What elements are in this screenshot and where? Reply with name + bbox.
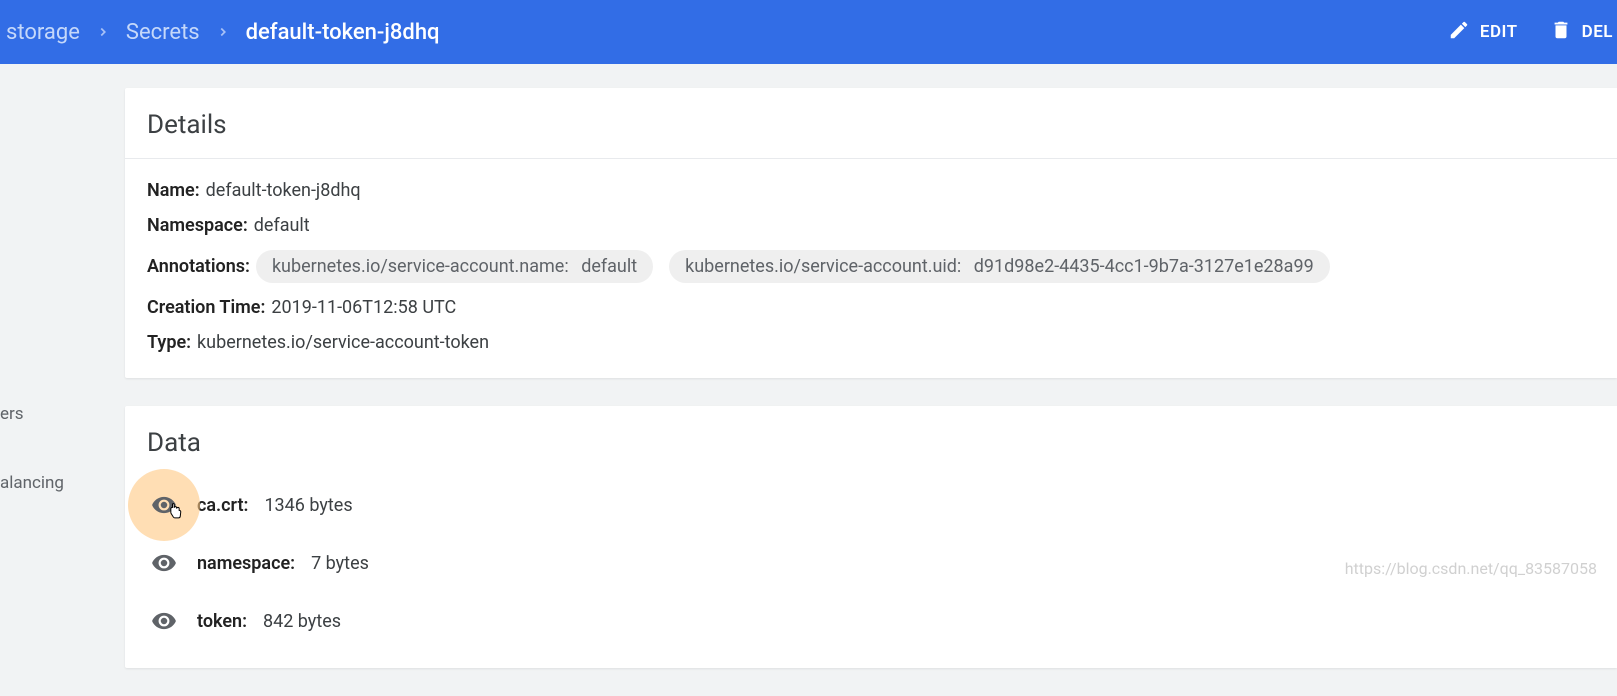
delete-button[interactable]: DEL (1546, 11, 1617, 54)
detail-type-value: kubernetes.io/service-account-token (197, 332, 489, 353)
annotation-chip[interactable]: kubernetes.io/service-account.uid: d91d9… (669, 250, 1330, 283)
cursor-icon (165, 500, 185, 529)
detail-namespace-value: default (254, 215, 310, 236)
data-key: ca.crt: (197, 495, 248, 516)
data-key: token: (197, 611, 247, 632)
detail-creation-label: Creation Time: (147, 297, 265, 318)
edit-label: EDIT (1480, 22, 1518, 42)
annotation-key: kubernetes.io/service-account.uid: (685, 256, 961, 277)
breadcrumb-current: default-token-j8dhq (240, 20, 446, 45)
details-card: Details Name: default-token-j8dhq Namesp… (125, 88, 1617, 378)
breadcrumb: storage Secrets default-token-j8dhq (0, 20, 446, 45)
detail-namespace-label: Namespace: (147, 215, 248, 236)
data-value: 1346 bytes (264, 495, 352, 516)
detail-annotations-row: Annotations: kubernetes.io/service-accou… (147, 243, 1595, 290)
reveal-button[interactable] (147, 488, 181, 522)
detail-type-label: Type: (147, 332, 191, 353)
breadcrumb-storage[interactable]: storage (0, 20, 86, 45)
edit-button[interactable]: EDIT (1444, 11, 1522, 54)
delete-label: DEL (1582, 22, 1613, 42)
sidebar-item-ers[interactable]: ers (0, 380, 64, 449)
sidebar-fragment: ers alancing (0, 380, 64, 518)
detail-name-label: Name: (147, 180, 200, 201)
sidebar-item-alancing[interactable]: alancing (0, 449, 64, 518)
main-content: Details Name: default-token-j8dhq Namesp… (125, 88, 1617, 668)
detail-creation-value: 2019-11-06T12:58 UTC (271, 297, 456, 318)
detail-creation-row: Creation Time: 2019-11-06T12:58 UTC (147, 290, 1595, 325)
data-card: Data ca.crt: 1346 bytes namespace: 7 (125, 406, 1617, 668)
annotation-value: d91d98e2-4435-4cc1-9b7a-3127e1e28a99 (966, 256, 1314, 277)
details-body: Name: default-token-j8dhq Namespace: def… (125, 159, 1617, 378)
reveal-button[interactable] (147, 546, 181, 580)
detail-name-row: Name: default-token-j8dhq (147, 173, 1595, 208)
annotation-key: kubernetes.io/service-account.name: (272, 256, 569, 277)
data-key: namespace: (197, 553, 295, 574)
breadcrumb-secrets[interactable]: Secrets (120, 20, 206, 45)
detail-type-row: Type: kubernetes.io/service-account-toke… (147, 325, 1595, 360)
detail-name-value: default-token-j8dhq (206, 180, 361, 201)
data-row-token: token: 842 bytes (147, 592, 1595, 650)
detail-namespace-row: Namespace: default (147, 208, 1595, 243)
trash-icon (1550, 19, 1572, 46)
detail-annotations-label: Annotations: (147, 256, 250, 277)
data-row-ca-crt: ca.crt: 1346 bytes (147, 476, 1595, 534)
header-bar: storage Secrets default-token-j8dhq EDIT… (0, 0, 1617, 64)
chevron-right-icon (86, 25, 120, 39)
details-title: Details (125, 88, 1617, 159)
pencil-icon (1448, 19, 1470, 46)
chevron-right-icon (206, 25, 240, 39)
data-value: 7 bytes (311, 553, 369, 574)
watermark: https://blog.csdn.net/qq_83587058 (1345, 559, 1597, 578)
annotation-chip[interactable]: kubernetes.io/service-account.name: defa… (256, 250, 653, 283)
data-title: Data (125, 406, 1617, 476)
annotation-value: default (573, 256, 637, 277)
reveal-button[interactable] (147, 604, 181, 638)
header-actions: EDIT DEL (1444, 11, 1617, 54)
data-value: 842 bytes (263, 611, 341, 632)
